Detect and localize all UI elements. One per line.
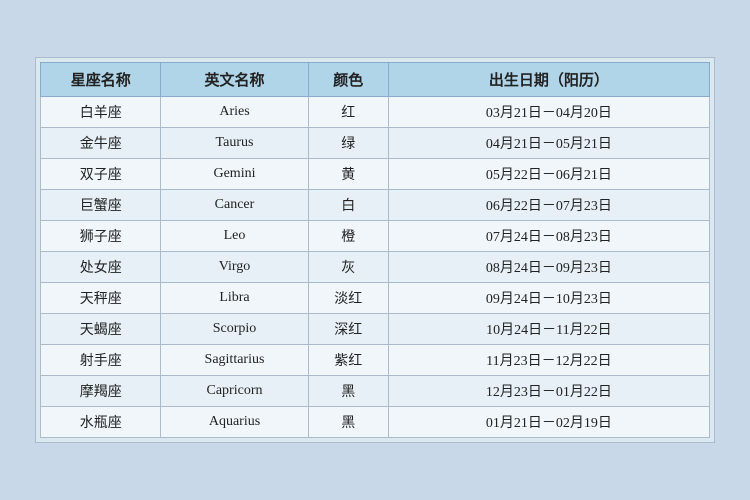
cell-cn-name: 摩羯座 [41, 376, 161, 407]
table-row: 天蝎座Scorpio深红10月24日－11月22日 [41, 314, 710, 345]
cell-cn-name: 水瓶座 [41, 407, 161, 438]
cell-cn-name: 天蝎座 [41, 314, 161, 345]
cell-cn-name: 白羊座 [41, 97, 161, 128]
table-row: 金牛座Taurus绿04月21日－05月21日 [41, 128, 710, 159]
cell-color: 白 [308, 190, 388, 221]
cell-cn-name: 双子座 [41, 159, 161, 190]
table-row: 巨蟹座Cancer白06月22日－07月23日 [41, 190, 710, 221]
cell-en-name: Sagittarius [161, 345, 308, 376]
table-row: 射手座Sagittarius紫红11月23日－12月22日 [41, 345, 710, 376]
cell-color: 橙 [308, 221, 388, 252]
cell-color: 黄 [308, 159, 388, 190]
cell-date: 08月24日－09月23日 [388, 252, 709, 283]
cell-cn-name: 狮子座 [41, 221, 161, 252]
table-row: 白羊座Aries红03月21日－04月20日 [41, 97, 710, 128]
zodiac-table: 星座名称 英文名称 颜色 出生日期（阳历） 白羊座Aries红03月21日－04… [40, 62, 710, 438]
cell-color: 红 [308, 97, 388, 128]
cell-date: 03月21日－04月20日 [388, 97, 709, 128]
cell-date: 05月22日－06月21日 [388, 159, 709, 190]
cell-color: 灰 [308, 252, 388, 283]
cell-color: 黑 [308, 376, 388, 407]
cell-en-name: Cancer [161, 190, 308, 221]
cell-color: 深红 [308, 314, 388, 345]
header-date: 出生日期（阳历） [388, 63, 709, 97]
cell-color: 绿 [308, 128, 388, 159]
table-header-row: 星座名称 英文名称 颜色 出生日期（阳历） [41, 63, 710, 97]
table-row: 处女座Virgo灰08月24日－09月23日 [41, 252, 710, 283]
cell-cn-name: 处女座 [41, 252, 161, 283]
cell-en-name: Aquarius [161, 407, 308, 438]
table-row: 狮子座Leo橙07月24日－08月23日 [41, 221, 710, 252]
table-row: 天秤座Libra淡红09月24日－10月23日 [41, 283, 710, 314]
cell-date: 12月23日－01月22日 [388, 376, 709, 407]
table-row: 水瓶座Aquarius黑01月21日－02月19日 [41, 407, 710, 438]
cell-en-name: Virgo [161, 252, 308, 283]
cell-en-name: Gemini [161, 159, 308, 190]
cell-en-name: Scorpio [161, 314, 308, 345]
cell-cn-name: 射手座 [41, 345, 161, 376]
cell-en-name: Capricorn [161, 376, 308, 407]
header-color: 颜色 [308, 63, 388, 97]
cell-date: 04月21日－05月21日 [388, 128, 709, 159]
cell-date: 01月21日－02月19日 [388, 407, 709, 438]
cell-date: 10月24日－11月22日 [388, 314, 709, 345]
header-en-name: 英文名称 [161, 63, 308, 97]
table-row: 双子座Gemini黄05月22日－06月21日 [41, 159, 710, 190]
cell-date: 07月24日－08月23日 [388, 221, 709, 252]
cell-color: 黑 [308, 407, 388, 438]
cell-date: 11月23日－12月22日 [388, 345, 709, 376]
cell-en-name: Aries [161, 97, 308, 128]
cell-en-name: Libra [161, 283, 308, 314]
cell-en-name: Taurus [161, 128, 308, 159]
header-cn-name: 星座名称 [41, 63, 161, 97]
cell-cn-name: 天秤座 [41, 283, 161, 314]
cell-color: 紫红 [308, 345, 388, 376]
cell-color: 淡红 [308, 283, 388, 314]
cell-date: 09月24日－10月23日 [388, 283, 709, 314]
cell-cn-name: 巨蟹座 [41, 190, 161, 221]
table-row: 摩羯座Capricorn黑12月23日－01月22日 [41, 376, 710, 407]
cell-en-name: Leo [161, 221, 308, 252]
zodiac-table-container: 星座名称 英文名称 颜色 出生日期（阳历） 白羊座Aries红03月21日－04… [35, 57, 715, 443]
cell-date: 06月22日－07月23日 [388, 190, 709, 221]
cell-cn-name: 金牛座 [41, 128, 161, 159]
